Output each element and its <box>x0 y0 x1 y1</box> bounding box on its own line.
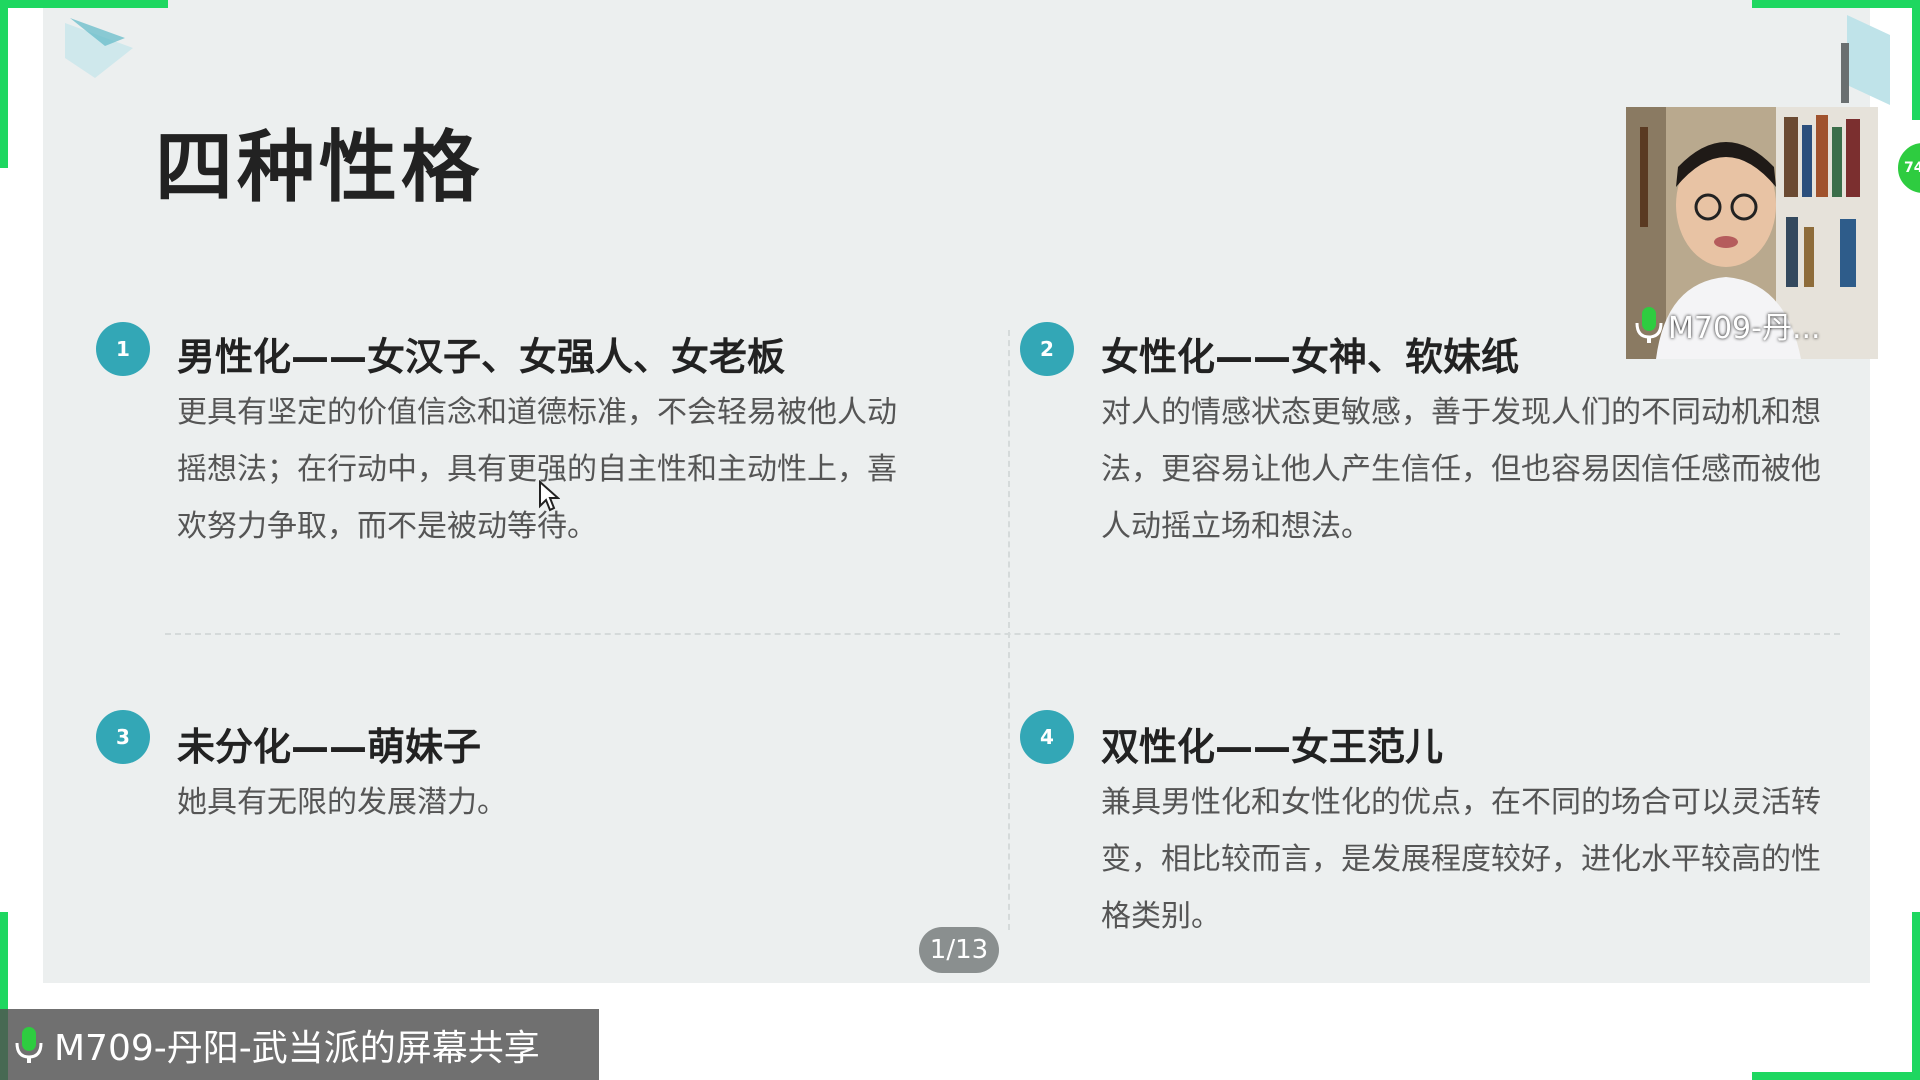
item-title: 双性化——女王范儿 <box>1101 725 1444 769</box>
participant-name-label: M709-丹... <box>1668 311 1821 346</box>
share-frame-corner <box>1752 0 1920 8</box>
number-badge: 2 <box>1020 322 1074 376</box>
share-frame-corner <box>0 0 8 168</box>
share-frame-corner <box>1912 912 1920 1080</box>
item-title: 女性化——女神、软妹纸 <box>1101 335 1520 379</box>
horizontal-divider <box>165 633 1840 635</box>
screen-share-label: M709-丹阳-武当派的屏幕共享 <box>54 1027 540 1069</box>
item-description: 兼具男性化和女性化的优点，在不同的场合可以灵活转变，相比较而言，是发展程度较好，… <box>1101 785 1821 934</box>
screen-share-banner: M709-丹阳-武当派的屏幕共享 <box>0 1009 599 1080</box>
page-indicator: 1/13 <box>919 927 999 973</box>
item-description: 对人的情感状态更敏感，善于发现人们的不同动机和想法，更容易让他人产生信任，但也容… <box>1101 395 1821 544</box>
slide-decoration-icon <box>65 18 133 78</box>
share-frame-corner <box>1912 0 1920 120</box>
vertical-divider <box>1008 330 1010 930</box>
number-badge: 3 <box>96 710 150 764</box>
item-title: 男性化——女汉子、女强人、女老板 <box>177 335 786 379</box>
presentation-slide: 四种性格 1 男性化——女汉子、女强人、女老板 更具有坚定的价值信念和道德标准，… <box>43 0 1870 983</box>
mouse-cursor-icon <box>539 480 560 512</box>
item-description: 她具有无限的发展潜力。 <box>177 785 507 820</box>
participant-count-badge[interactable]: 74 <box>1895 140 1920 196</box>
microphone-icon <box>15 1026 43 1063</box>
share-frame-corner <box>0 0 168 8</box>
webcam-video[interactable]: M709-丹... <box>1626 107 1878 359</box>
slide-title: 四种性格 <box>155 123 484 213</box>
number-badge: 1 <box>96 322 150 376</box>
share-frame-corner <box>1752 1072 1920 1080</box>
item-title: 未分化——萌妹子 <box>177 725 482 769</box>
screen-share-viewer: 四种性格 1 男性化——女汉子、女强人、女老板 更具有坚定的价值信念和道德标准，… <box>0 0 1920 1080</box>
slide-decoration-icon <box>1841 15 1890 105</box>
participant-name: M709-丹... <box>1634 303 1821 347</box>
item-description: 更具有坚定的价值信念和道德标准，不会轻易被他人动摇想法；在行动中，具有更强的自主… <box>177 395 897 544</box>
microphone-icon <box>1635 307 1663 343</box>
number-badge: 4 <box>1020 710 1074 764</box>
